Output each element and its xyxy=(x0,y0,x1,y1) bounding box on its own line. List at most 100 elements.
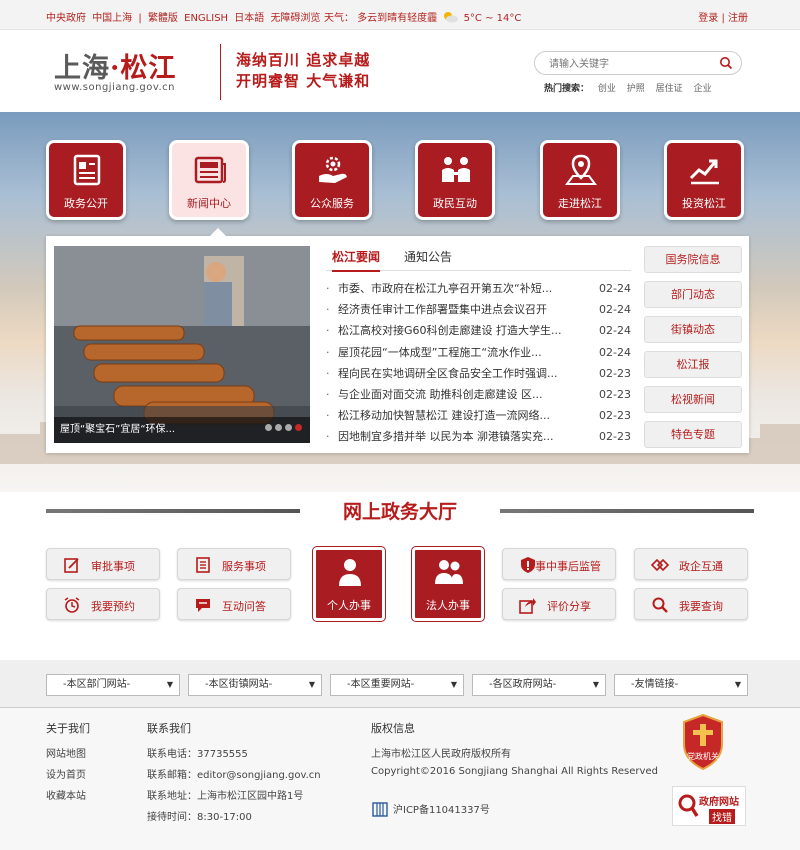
contact-email[interactable]: 联系邮箱：editor@songjiang.gov.cn xyxy=(147,766,321,787)
hot-term[interactable]: 创业 xyxy=(598,84,616,94)
select-department-sites[interactable]: -本区部门网站- ▼ xyxy=(46,674,180,696)
tab-songjiang-news[interactable]: 松江要闻 xyxy=(332,248,381,272)
qa-button[interactable]: 互动问答 xyxy=(177,588,291,620)
link-accessibility[interactable]: 无障碍浏览 xyxy=(270,13,320,24)
supervision-button[interactable]: 事中事后监管 xyxy=(502,548,616,580)
bullet: · xyxy=(326,409,330,423)
footer-link-set-home[interactable]: 设为首页 xyxy=(46,766,90,787)
select-important-sites[interactable]: -本区重要网站- ▼ xyxy=(330,674,464,696)
link-traditional[interactable]: 繁體版 xyxy=(148,13,178,24)
separator: | xyxy=(138,13,142,24)
nav-news-center[interactable]: 新闻中心 xyxy=(169,140,249,220)
side-link-state-council[interactable]: 国务院信息 xyxy=(644,246,742,273)
news-item[interactable]: · 因地制宜多措并举 以民为本 泖港镇落实充... 02-23 xyxy=(326,426,631,447)
news-title[interactable]: 与企业面对面交流 助推科创走廊建设 区... xyxy=(338,384,568,405)
news-title[interactable]: 松江高校对接G60科创走廊建设 打造大学生... xyxy=(338,320,568,341)
nav-discover-songjiang[interactable]: 走进松江 xyxy=(540,140,620,220)
bullet: · xyxy=(326,366,330,380)
service-items-button[interactable]: 服务事项 xyxy=(177,548,291,580)
news-item[interactable]: · 经济责任审计工作部署暨集中进点会议召开 02-24 xyxy=(326,299,631,320)
magnifier-icon xyxy=(678,794,699,817)
site-logo[interactable]: 上海·松江 xyxy=(54,46,176,85)
gov-enterprise-button[interactable]: 政企互通 xyxy=(634,548,748,580)
carousel-dot-active[interactable] xyxy=(295,424,302,431)
service-label: 我要查询 xyxy=(679,600,723,613)
link-shanghai[interactable]: 中国上海 xyxy=(92,13,132,24)
side-link-songjiang-daily[interactable]: 松江报 xyxy=(644,351,742,378)
copyright-notice: Copyright©2016 Songjiang Shanghai All Ri… xyxy=(371,766,658,777)
nav-interaction[interactable]: 政民互动 xyxy=(415,140,495,220)
corporate-affairs-button[interactable]: 法人办事 xyxy=(411,546,485,622)
list-icon xyxy=(196,557,210,573)
tab-notices[interactable]: 通知公告 xyxy=(404,248,452,270)
hot-term[interactable]: 居住证 xyxy=(656,84,683,94)
link-japanese[interactable]: 日本語 xyxy=(234,13,264,24)
newspaper-icon xyxy=(194,156,226,184)
icp-record[interactable]: 沪ICP备11041337号 xyxy=(371,800,490,818)
side-link-department-news[interactable]: 部门动态 xyxy=(644,281,742,308)
hot-term[interactable]: 企业 xyxy=(694,84,712,94)
register-link[interactable]: 注册 xyxy=(728,13,748,24)
hall-title: 网上政务大厅 xyxy=(342,501,457,523)
query-button[interactable]: 我要查询 xyxy=(634,588,748,620)
service-label: 审批事项 xyxy=(91,560,135,573)
news-title[interactable]: 屋顶花园“一体成型”工程施工“流水作业... xyxy=(338,342,568,363)
news-item[interactable]: · 程向民在实地调研全区食品安全工作时强调... 02-23 xyxy=(326,363,631,384)
nav-invest-songjiang[interactable]: 投资松江 xyxy=(664,140,744,220)
icp-emblem-icon xyxy=(372,802,388,817)
news-title[interactable]: 经济责任审计工作部署暨集中进点会议召开 xyxy=(338,299,568,320)
nav-public-service[interactable]: 公众服务 xyxy=(292,140,372,220)
select-district-gov-sites[interactable]: -各区政府网站- ▼ xyxy=(472,674,606,696)
caret-down-icon: ▼ xyxy=(166,680,173,689)
side-link-songshi-news[interactable]: 松视新闻 xyxy=(644,386,742,413)
news-item[interactable]: · 与企业面对面交流 助推科创走廊建设 区... 02-23 xyxy=(326,384,631,405)
carousel-dot[interactable] xyxy=(285,424,292,431)
contact-address: 联系地址：上海市松江区园中路1号 xyxy=(147,791,304,802)
logo-shanghai: 上海 xyxy=(54,53,110,84)
news-photo-carousel[interactable]: 屋顶“聚宝石”宜居“环保... xyxy=(54,246,310,443)
nav-zhengwu-gongkai[interactable]: 政务公开 xyxy=(46,140,126,220)
select-value: -友情链接- xyxy=(631,679,679,690)
link-english[interactable]: ENGLISH xyxy=(184,13,228,24)
side-link-special-topics[interactable]: 特色专题 xyxy=(644,421,742,448)
login-link[interactable]: 登录 xyxy=(698,13,718,24)
news-list: · 市委、市政府在松江九亭召开第五次“补短... 02-24 · 经济责任审计工作部署… xyxy=(326,278,631,448)
news-item[interactable]: · 松江高校对接G60科创走廊建设 打造大学生... 02-24 xyxy=(326,320,631,341)
service-label: 评价分享 xyxy=(547,600,591,613)
carousel-dot[interactable] xyxy=(275,424,282,431)
news-title[interactable]: 松江移动加快智慧松江 建设打造一流网络... xyxy=(338,405,568,426)
appointment-button[interactable]: 我要预约 xyxy=(46,588,160,620)
link-central-gov[interactable]: 中央政府 xyxy=(46,13,86,24)
news-item[interactable]: · 市委、市政府在松江九亭召开第五次“补短... 02-24 xyxy=(326,278,631,299)
logo-songjiang: 松江 xyxy=(120,53,177,84)
personal-affairs-button[interactable]: 个人办事 xyxy=(312,546,386,622)
news-item[interactable]: · 松江移动加快智慧松江 建设打造一流网络... 02-23 xyxy=(326,405,631,426)
service-label: 事中事后监管 xyxy=(535,560,601,573)
side-link-town-news[interactable]: 街镇动态 xyxy=(644,316,742,343)
select-friend-links[interactable]: -友情链接- ▼ xyxy=(614,674,748,696)
document-icon xyxy=(73,154,101,186)
group-icon xyxy=(435,560,463,584)
select-town-sites[interactable]: -本区街镇网站- ▼ xyxy=(188,674,322,696)
news-title[interactable]: 程向民在实地调研全区食品安全工作时强调... xyxy=(338,363,568,384)
diamond-link-icon xyxy=(651,558,669,572)
footer-link-bookmark[interactable]: 收藏本站 xyxy=(46,787,90,808)
approval-items-button[interactable]: 审批事项 xyxy=(46,548,160,580)
contact-phone: 联系电话：37735555 xyxy=(147,749,248,760)
news-title[interactable]: 因地制宜多措并举 以民为本 泖港镇落实充... xyxy=(338,426,568,447)
news-title[interactable]: 市委、市政府在松江九亭召开第五次“补短... xyxy=(338,278,568,299)
evaluate-share-button[interactable]: 评价分享 xyxy=(502,588,616,620)
news-panel: 屋顶“聚宝石”宜居“环保... 松江要闻 通知公告 · 市委、市政府在松江九亭召开… xyxy=(46,228,749,453)
nav-label: 走进松江 xyxy=(558,197,602,210)
party-gov-badge-icon[interactable]: 党政机关 xyxy=(680,714,726,770)
gov-site-error-report[interactable]: 政府网站 找错 xyxy=(672,786,746,826)
hot-search-label: 热门搜索： xyxy=(544,84,590,94)
footer-link-sitemap[interactable]: 网站地图 xyxy=(46,745,90,766)
carousel-dot[interactable] xyxy=(265,424,272,431)
search-input[interactable] xyxy=(549,56,709,72)
bullet: · xyxy=(326,324,330,338)
hot-term[interactable]: 护照 xyxy=(627,84,645,94)
news-item[interactable]: · 屋顶花园“一体成型”工程施工“流水作业... 02-24 xyxy=(326,342,631,363)
search-icon[interactable] xyxy=(719,56,733,70)
weather: 天气： 多云到晴有轻度霾 5°C ~ 14°C xyxy=(324,9,521,24)
